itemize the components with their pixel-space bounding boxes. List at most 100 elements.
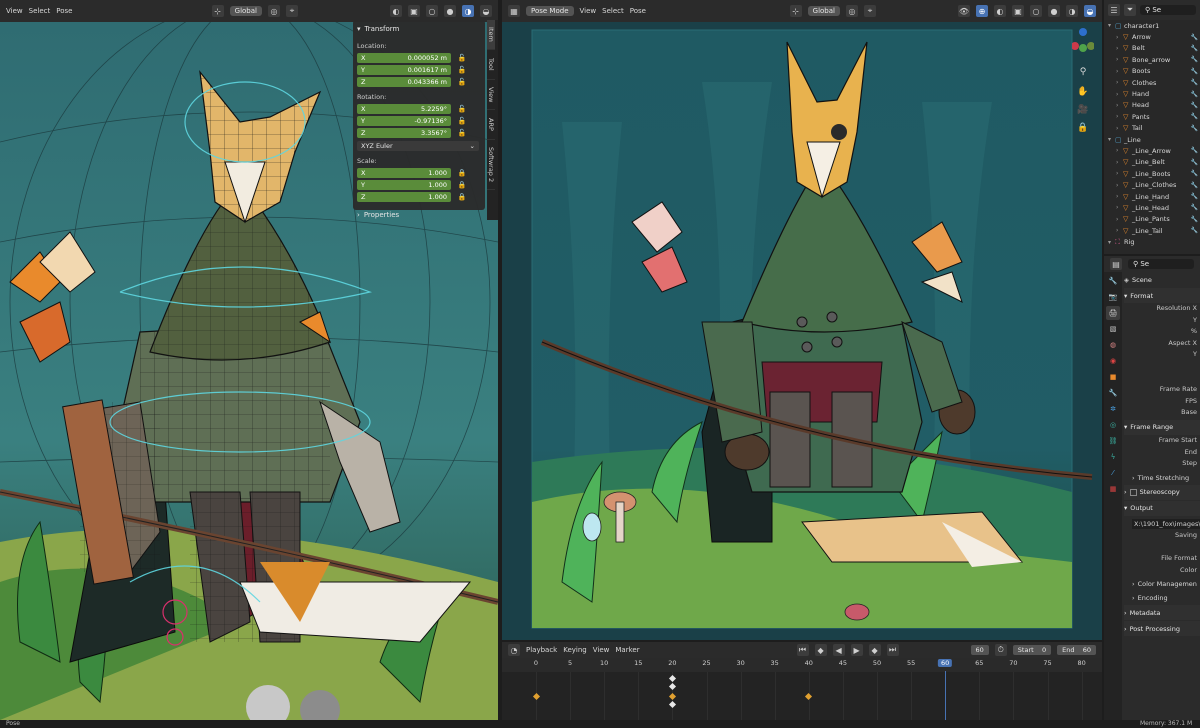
chevron-right-icon[interactable]: ›	[1116, 113, 1123, 120]
chevron-down-icon[interactable]: ▾	[1108, 22, 1115, 29]
lock-icon[interactable]: 🔒	[457, 169, 467, 177]
outliner-row[interactable]: › ▽ Bone_arrow 🔧	[1104, 54, 1200, 65]
timeline-keyframe-area[interactable]	[502, 672, 1102, 720]
overlay-icon[interactable]: ◐	[390, 5, 402, 17]
outliner-row[interactable]: › ▽ Head 🔧	[1104, 100, 1200, 111]
chevron-right-icon[interactable]: ›	[1116, 204, 1123, 211]
location-y-field[interactable]: Y 0.001617 m	[357, 64, 451, 75]
menu-select[interactable]: Select	[29, 7, 51, 15]
end-frame-field[interactable]: End 60	[1057, 645, 1096, 655]
format-panel-header[interactable]: ▾ Format	[1124, 288, 1200, 303]
keyframe-marker[interactable]	[668, 682, 676, 691]
rotation-z-field[interactable]: Z 3.3567°	[357, 127, 451, 138]
timeline-editor[interactable]: ◔ Playback Keying View Marker ⏮ ◆ ◀ ▶ ◆ …	[502, 642, 1102, 720]
play-icon[interactable]: ▶	[850, 644, 863, 656]
location-z-field[interactable]: Z 0.043366 m	[357, 76, 451, 87]
menu-view[interactable]: View	[580, 7, 597, 15]
menu-pose[interactable]: Pose	[56, 7, 72, 15]
tab-view[interactable]: View	[487, 80, 495, 110]
menu-keying[interactable]: Keying	[563, 646, 587, 654]
physics-tab-icon[interactable]: ◎	[1106, 418, 1120, 432]
snap-icon[interactable]: ⌖	[864, 5, 876, 17]
mode-dropdown[interactable]: Pose Mode	[526, 6, 574, 16]
pivot-icon[interactable]: ◎	[846, 5, 858, 17]
output-tab-icon[interactable]: 🖨	[1106, 306, 1120, 320]
rotation-x-field[interactable]: X 5.2259°	[357, 103, 451, 114]
prev-keyframe-icon[interactable]: ◆	[814, 644, 827, 656]
tab-item[interactable]: Item	[487, 20, 495, 50]
outliner-row[interactable]: › ▽ _Line_Clothes 🔧	[1104, 179, 1200, 190]
outliner-row[interactable]: › ▽ Hand 🔧	[1104, 88, 1200, 99]
rotation-mode-select[interactable]: XYZ Euler ⌄	[357, 141, 479, 151]
keyframe-marker[interactable]	[668, 700, 676, 709]
outliner-row[interactable]: › ▽ Arrow 🔧	[1104, 31, 1200, 42]
filter-icon[interactable]: ⏷	[1124, 4, 1136, 16]
timeline-ruler[interactable]: 0510152025303540455055606570758060	[502, 659, 1102, 671]
outliner[interactable]: ☰ ⏷ ⚲ Se ▾ ▢ character1 › ▽ Arrow 🔧 › ▽ Belt 🔧 › ▽ Bo…	[1104, 0, 1200, 254]
outliner-row[interactable]: › ▽ _Line_Tail 🔧	[1104, 225, 1200, 236]
outliner-row[interactable]: › ▽ Belt 🔧	[1104, 43, 1200, 54]
outliner-row[interactable]: ▾ ▢ character1	[1104, 20, 1200, 31]
output-path-field[interactable]: X:\1901_fox\images\	[1132, 518, 1200, 529]
current-frame-marker[interactable]: 60	[938, 659, 953, 667]
tool-tab-icon[interactable]: 🔧	[1106, 274, 1120, 288]
unlock-icon[interactable]: 🔓	[457, 66, 467, 74]
visibility-icon[interactable]: 👁	[958, 5, 970, 17]
menu-view[interactable]: View	[593, 646, 610, 654]
properties-search-input[interactable]: ⚲ Se	[1128, 259, 1194, 269]
play-reverse-icon[interactable]: ◀	[832, 644, 845, 656]
object-tab-icon[interactable]: ■	[1106, 370, 1120, 384]
tab-tool[interactable]: Tool	[487, 50, 495, 80]
wireframe-shading-icon[interactable]: ○	[1030, 5, 1042, 17]
keyframe-marker[interactable]	[532, 692, 540, 701]
outliner-row[interactable]: › ▽ _Line_Belt 🔧	[1104, 157, 1200, 168]
editor-type-icon[interactable]: ▦	[508, 5, 520, 17]
color-management-subpanel[interactable]: › Color Managemen	[1124, 577, 1200, 591]
world-tab-icon[interactable]: ◉	[1106, 354, 1120, 368]
rendered-shading-icon[interactable]: ◒	[1084, 5, 1096, 17]
jump-start-icon[interactable]: ⏮	[796, 644, 809, 656]
encoding-subpanel[interactable]: › Encoding	[1124, 591, 1200, 605]
outliner-row[interactable]: ▾ ⛶ Rig	[1104, 236, 1200, 247]
outliner-row[interactable]: › ▽ Tail 🔧	[1104, 123, 1200, 134]
scale-y-field[interactable]: Y 1.000	[357, 179, 451, 190]
left-viewport[interactable]: View Select Pose ⊹ Global ◎ ⌖ ◐ ▣ ○ ● ◑ …	[0, 0, 498, 720]
stereoscopy-checkbox[interactable]	[1129, 488, 1137, 496]
outliner-row[interactable]: › ▽ Pants 🔧	[1104, 111, 1200, 122]
gizmo-icon[interactable]: ⊕	[976, 5, 988, 17]
orientation-dropdown[interactable]: Global	[807, 6, 840, 16]
chevron-right-icon[interactable]: ›	[1116, 91, 1123, 98]
lock-icon[interactable]: 🔒	[457, 181, 467, 189]
chevron-right-icon[interactable]: ›	[1116, 227, 1123, 234]
current-frame-field[interactable]: 60	[970, 645, 989, 655]
menu-marker[interactable]: Marker	[615, 646, 639, 654]
output-panel-header[interactable]: ▾ Output	[1124, 500, 1200, 516]
next-keyframe-icon[interactable]: ◆	[868, 644, 881, 656]
snap-icon[interactable]: ⌖	[286, 5, 298, 17]
post-processing-panel-header[interactable]: › Post Processing	[1124, 621, 1200, 637]
scale-z-field[interactable]: Z 1.000	[357, 191, 451, 202]
jump-end-icon[interactable]: ⏭	[886, 644, 899, 656]
chevron-right-icon[interactable]: ›	[1116, 147, 1123, 154]
bone-tab-icon[interactable]: ⁄	[1106, 466, 1120, 480]
solid-shading-icon[interactable]: ●	[444, 5, 456, 17]
solid-shading-icon[interactable]: ●	[1048, 5, 1060, 17]
outliner-row[interactable]: › ▽ Boots 🔧	[1104, 66, 1200, 77]
navigation-gizmo[interactable]: ⚲ ✋ 🎥 🔒	[1072, 26, 1094, 136]
outliner-row[interactable]: › ▽ _Line_Boots 🔧	[1104, 168, 1200, 179]
view-layer-tab-icon[interactable]: ▧	[1106, 322, 1120, 336]
properties-section-header[interactable]: › Properties	[357, 208, 481, 222]
unlock-icon[interactable]: 🔓	[457, 105, 467, 113]
transform-orientation-icon[interactable]: ⊹	[211, 5, 224, 17]
rotation-y-field[interactable]: Y -0.97136°	[357, 115, 451, 126]
unlock-icon[interactable]: 🔓	[457, 129, 467, 137]
unlock-icon[interactable]: 🔓	[457, 54, 467, 62]
stopwatch-icon[interactable]: ⏱	[994, 644, 1007, 656]
material-shading-icon[interactable]: ◑	[1066, 5, 1078, 17]
menu-view[interactable]: View	[6, 7, 23, 15]
chevron-right-icon[interactable]: ›	[1116, 125, 1123, 132]
tab-arp[interactable]: ARP	[487, 110, 495, 140]
wireframe-shading-icon[interactable]: ○	[426, 5, 438, 17]
modifier-tab-icon[interactable]: 🔧	[1106, 386, 1120, 400]
keyframe-marker[interactable]	[668, 692, 676, 701]
